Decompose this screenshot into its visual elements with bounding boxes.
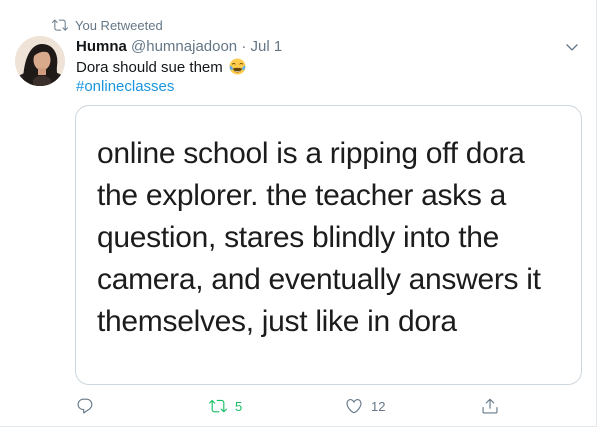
share-button[interactable] — [481, 394, 507, 418]
media-text-line: the explorer. the teacher asks a — [97, 179, 506, 212]
tweet-date[interactable]: Jul 1 — [251, 38, 283, 55]
face-with-tears-of-joy-icon — [229, 58, 246, 75]
tweet-media-image[interactable]: online school is a ripping off dora the … — [75, 105, 582, 385]
author-handle[interactable]: @humnajadoon — [131, 38, 237, 55]
chevron-down-icon[interactable] — [564, 39, 580, 55]
tweet[interactable]: You Retweeted Humna @humnajadoon · Jul 1… — [0, 0, 597, 427]
tweet-header: Humna @humnajadoon · Jul 1 — [76, 37, 282, 57]
hashtag-link[interactable]: #onlineclasses — [76, 77, 174, 97]
media-text-line: themselves, just like in dora — [97, 305, 457, 338]
tweet-actions: 5 12 — [74, 394, 504, 418]
retweet-button[interactable]: 5 — [209, 394, 242, 418]
media-text-line: question, stares blindly into the — [97, 221, 500, 254]
tweet-text: Dora should sue them — [76, 58, 246, 78]
avatar[interactable] — [15, 36, 65, 86]
like-button[interactable]: 12 — [345, 394, 385, 418]
retweet-context: You Retweeted — [52, 16, 163, 34]
media-text-line: online school is a ripping off dora — [97, 137, 525, 170]
tweet-text-content: Dora should sue them — [76, 59, 223, 76]
retweet-context-label: You Retweeted — [75, 17, 163, 33]
separator-dot: · — [241, 38, 247, 55]
like-count: 12 — [371, 398, 386, 414]
author-name[interactable]: Humna — [76, 38, 127, 55]
retweet-icon — [52, 19, 68, 31]
media-text-line: camera, and eventually answers it — [97, 263, 541, 296]
heart-icon — [346, 399, 362, 414]
retweet-count: 5 — [235, 398, 243, 414]
retweet-icon — [209, 399, 227, 413]
reply-button[interactable] — [76, 394, 102, 418]
reply-icon — [77, 398, 93, 414]
share-icon — [482, 398, 498, 414]
avatar-image — [15, 36, 65, 86]
